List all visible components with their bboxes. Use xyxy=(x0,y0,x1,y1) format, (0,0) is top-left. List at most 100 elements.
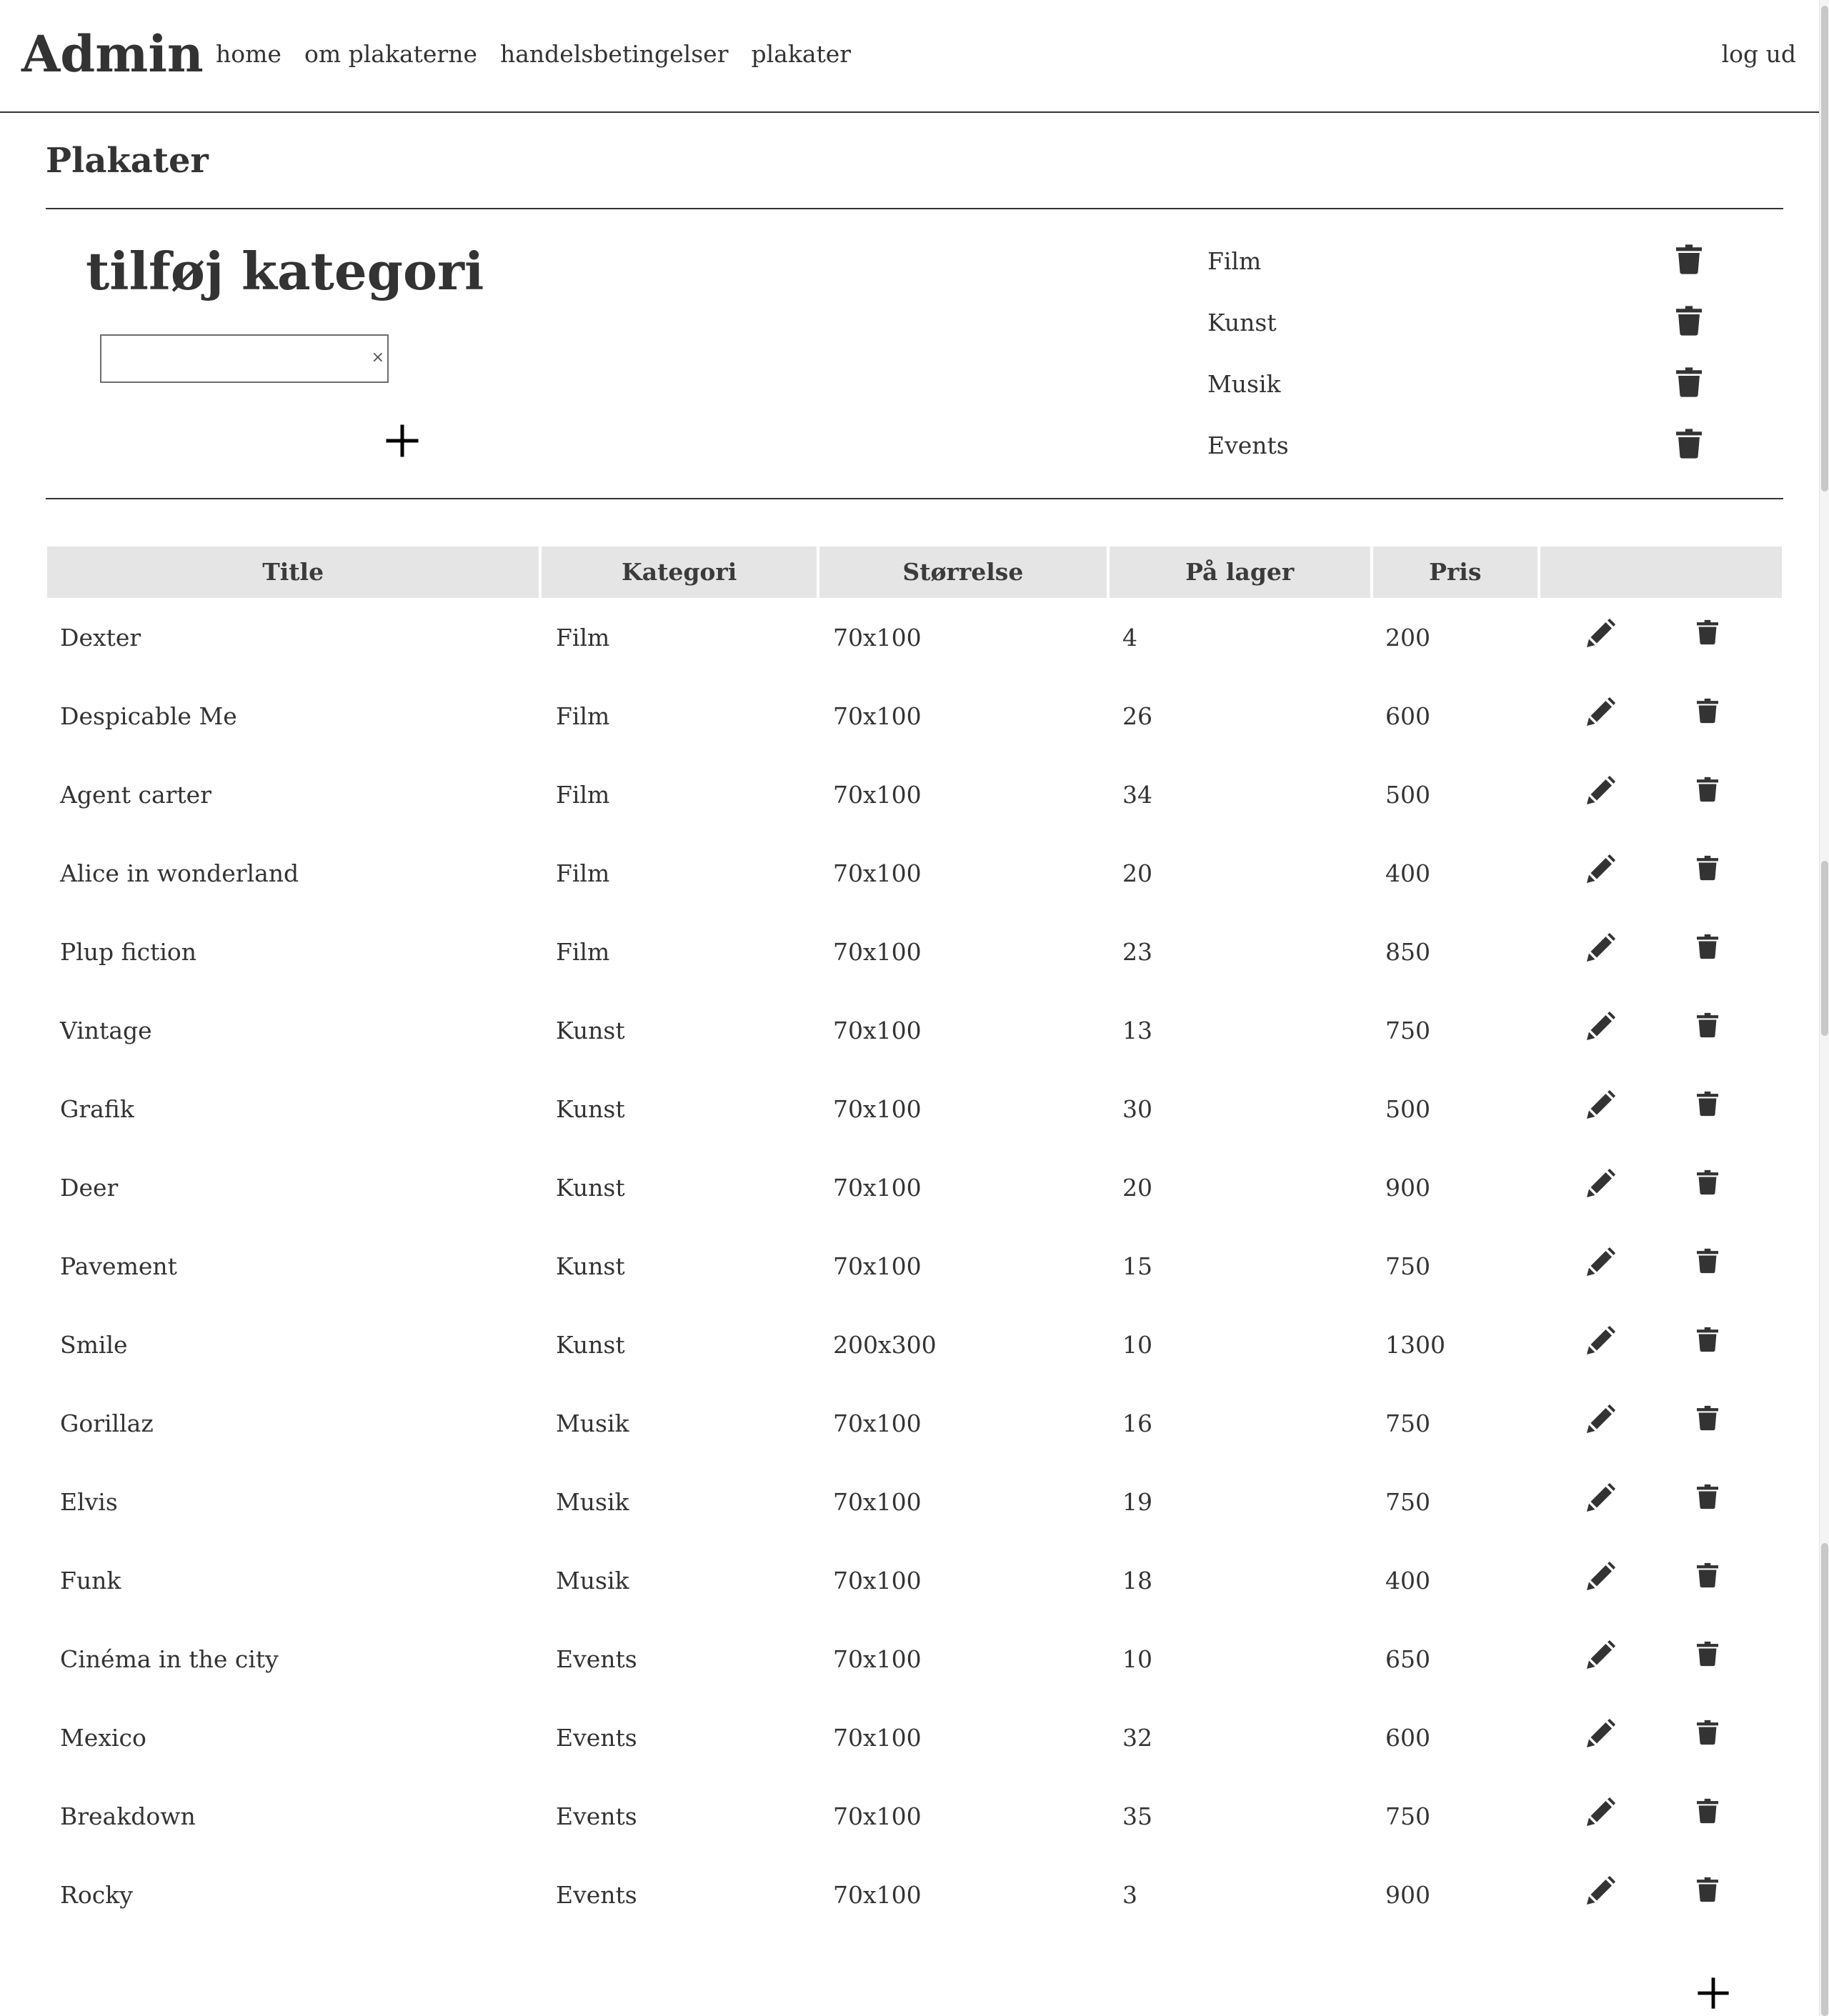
logout-link[interactable]: log ud xyxy=(1722,37,1796,71)
cell-paa-lager: 16 xyxy=(1122,1409,1152,1437)
pencil-icon[interactable] xyxy=(1587,1797,1615,1826)
trash-icon[interactable] xyxy=(1697,1089,1718,1119)
cell-pris: 850 xyxy=(1385,937,1430,966)
table-row: Despicable Me Film 70x100 26 600 xyxy=(47,677,1782,755)
delete-category-button[interactable] xyxy=(1676,244,1702,274)
scrollbar-thumb[interactable] xyxy=(1821,6,1828,491)
cell-paa-lager: 30 xyxy=(1122,1094,1152,1123)
table-row: Vintage Kunst 70x100 13 750 xyxy=(47,991,1782,1069)
category-label: Kunst xyxy=(1207,309,1277,336)
trash-icon[interactable] xyxy=(1697,1167,1718,1197)
scrollbar-thumb[interactable] xyxy=(1821,861,1828,1036)
nav-link-handelsbetingelser[interactable]: handelsbetingelser xyxy=(500,37,729,71)
cell-pris: 400 xyxy=(1385,859,1430,887)
cell-title: Grafik xyxy=(60,1094,134,1123)
pencil-icon[interactable] xyxy=(1587,776,1615,804)
pencil-icon[interactable] xyxy=(1587,1012,1615,1040)
cell-pris: 900 xyxy=(1385,1173,1430,1202)
cell-kategori: Film xyxy=(556,780,610,809)
cell-kategori: Events xyxy=(556,1802,637,1830)
scrollbar-thumb[interactable] xyxy=(1821,1543,1828,2016)
pencil-icon[interactable] xyxy=(1587,1483,1615,1512)
column-header-title[interactable]: Title xyxy=(47,547,539,598)
brand-title[interactable]: Admin xyxy=(21,20,204,89)
cell-paa-lager: 15 xyxy=(1122,1252,1152,1280)
trash-icon[interactable] xyxy=(1697,774,1718,804)
column-header-actions xyxy=(1540,547,1782,598)
cell-stoerrelse: 70x100 xyxy=(833,1016,922,1044)
main-nav: home om plakaterne handelsbetingelser pl… xyxy=(216,37,851,71)
cell-paa-lager: 10 xyxy=(1122,1645,1152,1673)
pencil-icon[interactable] xyxy=(1587,1640,1615,1669)
trash-icon[interactable] xyxy=(1697,1482,1718,1512)
scrollbar[interactable] xyxy=(1819,0,1829,2016)
trash-icon[interactable] xyxy=(1697,1717,1718,1747)
trash-icon[interactable] xyxy=(1697,696,1718,726)
column-header-kategori[interactable]: Kategori xyxy=(542,547,817,598)
trash-icon[interactable] xyxy=(1697,1324,1718,1354)
cell-stoerrelse: 70x100 xyxy=(833,1173,922,1202)
pencil-icon[interactable] xyxy=(1587,1719,1615,1747)
trash-icon[interactable] xyxy=(1697,1010,1718,1040)
trash-icon[interactable] xyxy=(1697,617,1718,647)
table-row: Smile Kunst 200x300 10 1300 xyxy=(47,1305,1782,1384)
cell-kategori: Events xyxy=(556,1880,637,1909)
trash-icon[interactable] xyxy=(1697,853,1718,883)
category-item: Events xyxy=(1207,426,1700,487)
add-category-heading: tilføj kategori xyxy=(86,241,484,301)
delete-category-button[interactable] xyxy=(1676,306,1702,336)
nav-link-om-plakaterne[interactable]: om plakaterne xyxy=(304,37,477,71)
pencil-icon[interactable] xyxy=(1587,1404,1615,1433)
cell-kategori: Film xyxy=(556,937,610,966)
row-actions xyxy=(1538,1777,1782,1855)
pencil-icon[interactable] xyxy=(1587,697,1615,726)
cell-pris: 750 xyxy=(1385,1016,1430,1044)
column-header-stoerrelse[interactable]: Størrelse xyxy=(819,547,1107,598)
add-poster-button[interactable] xyxy=(1696,1976,1730,2010)
cell-title: Mexico xyxy=(60,1723,146,1752)
pencil-icon[interactable] xyxy=(1587,1247,1615,1276)
pencil-icon[interactable] xyxy=(1587,1090,1615,1119)
cell-pris: 750 xyxy=(1385,1487,1430,1516)
cell-pris: 650 xyxy=(1385,1645,1430,1673)
cell-title: Breakdown xyxy=(60,1802,196,1830)
pencil-icon[interactable] xyxy=(1587,1876,1615,1905)
pencil-icon[interactable] xyxy=(1587,1326,1615,1354)
nav-link-home[interactable]: home xyxy=(216,37,281,71)
cell-title: Cinéma in the city xyxy=(60,1645,279,1673)
row-actions xyxy=(1538,1384,1782,1462)
add-category-button[interactable] xyxy=(384,423,420,459)
table-row: Elvis Musik 70x100 19 750 xyxy=(47,1462,1782,1541)
table-row: Breakdown Events 70x100 35 750 xyxy=(47,1777,1782,1855)
pencil-icon[interactable] xyxy=(1587,1562,1615,1590)
cell-title: Elvis xyxy=(60,1487,118,1516)
column-header-paa-lager[interactable]: På lager xyxy=(1109,547,1370,598)
trash-icon[interactable] xyxy=(1697,1875,1718,1905)
delete-category-button[interactable] xyxy=(1676,429,1702,459)
nav-link-plakater[interactable]: plakater xyxy=(751,37,851,71)
cell-stoerrelse: 70x100 xyxy=(833,1487,922,1516)
pencil-icon[interactable] xyxy=(1587,1169,1615,1197)
delete-category-button[interactable] xyxy=(1676,367,1702,397)
cell-stoerrelse: 70x100 xyxy=(833,1094,922,1123)
trash-icon[interactable] xyxy=(1697,932,1718,962)
column-header-pris[interactable]: Pris xyxy=(1372,547,1538,598)
category-name-input[interactable] xyxy=(106,337,366,381)
trash-icon[interactable] xyxy=(1697,1796,1718,1826)
cell-pris: 600 xyxy=(1385,702,1430,730)
trash-icon[interactable] xyxy=(1697,1560,1718,1590)
clear-icon[interactable]: × xyxy=(372,349,384,367)
trash-icon[interactable] xyxy=(1697,1403,1718,1433)
trash-icon[interactable] xyxy=(1697,1246,1718,1276)
pencil-icon[interactable] xyxy=(1587,933,1615,962)
pencil-icon[interactable] xyxy=(1587,619,1615,647)
cell-paa-lager: 19 xyxy=(1122,1487,1152,1516)
cell-stoerrelse: 70x100 xyxy=(833,859,922,887)
cell-title: Agent carter xyxy=(60,780,211,809)
posters-table: Title Kategori Størrelse På lager Pris D… xyxy=(47,547,1782,1934)
cell-kategori: Kunst xyxy=(556,1252,625,1280)
trash-icon[interactable] xyxy=(1697,1639,1718,1669)
cell-kategori: Kunst xyxy=(556,1094,625,1123)
row-actions xyxy=(1538,991,1782,1069)
pencil-icon[interactable] xyxy=(1587,854,1615,883)
